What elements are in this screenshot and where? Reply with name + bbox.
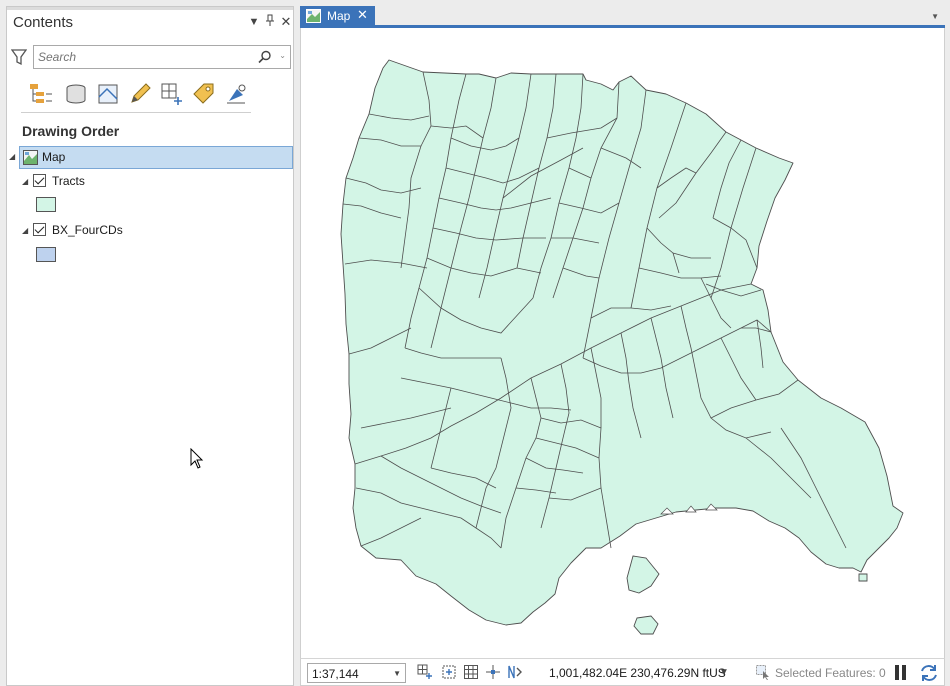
map-icon bbox=[23, 150, 38, 165]
search-icon[interactable] bbox=[258, 50, 272, 64]
selection-icon[interactable] bbox=[755, 664, 771, 680]
search-input[interactable] bbox=[34, 46, 234, 68]
island-3 bbox=[859, 574, 867, 581]
list-by-perspective-icon[interactable] bbox=[223, 81, 249, 107]
fixed-zoom-icon[interactable] bbox=[441, 664, 457, 680]
layer-name-tracts[interactable]: Tracts bbox=[52, 174, 85, 188]
mouse-cursor-icon bbox=[190, 448, 204, 470]
drawing-order-heading: Drawing Order bbox=[22, 123, 119, 139]
tab-list-chevron-down-icon[interactable]: ▼ bbox=[931, 12, 939, 21]
tab-map[interactable]: Map ✕ bbox=[300, 6, 375, 26]
map-canvas[interactable] bbox=[300, 28, 945, 658]
arcgis-pro-window: Contents ▼ ✕ ⌄ bbox=[0, 0, 950, 686]
list-by-drawing-order-icon[interactable] bbox=[27, 81, 53, 107]
search-box: ⌄ bbox=[33, 45, 291, 69]
bx-fourcds-visibility-checkbox[interactable] bbox=[33, 223, 46, 236]
layer-name-bx-fourcds[interactable]: BX_FourCDs bbox=[52, 223, 123, 237]
list-by-editing-icon[interactable] bbox=[127, 81, 153, 107]
coordinate-readout: 1,001,482.04E 230,476.29N ftUS bbox=[549, 666, 726, 680]
contents-header: Contents ▼ ✕ bbox=[7, 7, 293, 35]
view-tab-bar: Map ✕ ▼ bbox=[300, 6, 945, 28]
tab-map-label: Map bbox=[327, 9, 350, 23]
collapse-triangle-icon[interactable]: ◢ bbox=[22, 226, 28, 235]
map-node-label: Map bbox=[42, 150, 65, 164]
coordinate-format-chevron-down-icon[interactable]: ▼ bbox=[719, 667, 729, 678]
tracts-symbol-swatch[interactable] bbox=[36, 197, 56, 212]
contents-pane: Contents ▼ ✕ ⌄ bbox=[6, 6, 294, 686]
list-by-snapping-icon[interactable] bbox=[159, 81, 185, 107]
search-options-chevron-icon[interactable]: ⌄ bbox=[279, 51, 286, 60]
list-by-selection-icon[interactable] bbox=[95, 81, 121, 107]
bx-fourcds-symbol-swatch[interactable] bbox=[36, 247, 56, 262]
search-row: ⌄ bbox=[11, 45, 293, 69]
refresh-icon[interactable] bbox=[919, 663, 939, 683]
filter-icon[interactable] bbox=[11, 48, 27, 66]
contents-view-toolbar bbox=[21, 77, 251, 113]
close-tab-icon[interactable]: ✕ bbox=[357, 7, 368, 23]
map-icon bbox=[306, 9, 321, 23]
island-1 bbox=[627, 556, 659, 593]
collapse-triangle-icon[interactable]: ◢ bbox=[22, 177, 28, 186]
chevron-down-icon[interactable]: ▼ bbox=[393, 669, 401, 678]
map-node[interactable]: ◢ Map bbox=[19, 146, 293, 169]
census-tracts-map[interactable] bbox=[301, 28, 944, 658]
grid-icon[interactable] bbox=[463, 664, 479, 680]
snapping-icon[interactable] bbox=[485, 664, 501, 680]
pause-drawing-icon[interactable] bbox=[895, 665, 907, 680]
collapse-triangle-icon[interactable]: ◢ bbox=[9, 152, 15, 161]
scale-selector[interactable]: 1:37,144 ▼ bbox=[307, 663, 406, 683]
pane-options-icon[interactable]: ▼ bbox=[247, 14, 261, 30]
zoom-to-extent-icon[interactable] bbox=[417, 664, 433, 680]
list-by-source-icon[interactable] bbox=[63, 81, 89, 107]
map-status-bar: 1:37,144 ▼ 1,001,48 bbox=[300, 658, 945, 686]
pane-title: Contents bbox=[13, 14, 73, 31]
list-by-labeling-icon[interactable] bbox=[191, 81, 217, 107]
selected-features-count[interactable]: Selected Features: 0 bbox=[775, 666, 886, 680]
auto-hide-pin-icon[interactable] bbox=[263, 14, 277, 30]
tracts-visibility-checkbox[interactable] bbox=[33, 174, 46, 187]
scale-value: 1:37,144 bbox=[312, 667, 359, 681]
island-2 bbox=[634, 616, 658, 634]
map-outline bbox=[341, 60, 903, 625]
map-view: Map ✕ ▼ bbox=[300, 6, 945, 686]
close-pane-icon[interactable]: ✕ bbox=[279, 14, 293, 30]
rotation-icon[interactable] bbox=[507, 664, 523, 680]
